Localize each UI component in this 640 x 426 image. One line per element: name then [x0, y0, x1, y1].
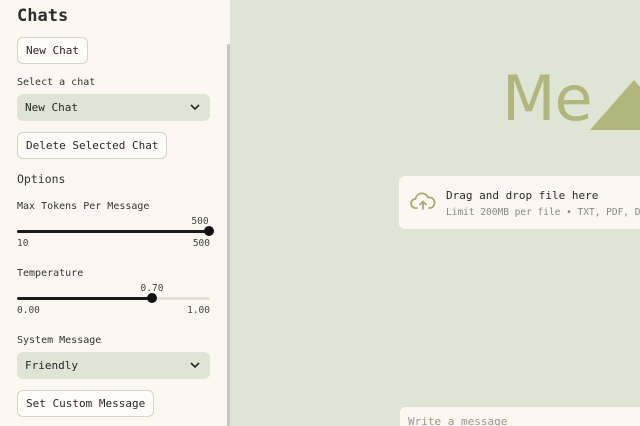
slider-max: 500 [192, 238, 210, 249]
logo-text: Me [502, 62, 593, 135]
chat-select[interactable]: New Chat [17, 94, 210, 121]
cloud-upload-icon [410, 191, 436, 215]
slider-fill [17, 230, 210, 233]
options-heading: Options [17, 172, 66, 186]
slider-fill [17, 297, 152, 300]
sidebar: Chats New Chat Select a chat New Chat De… [0, 0, 230, 426]
system-message-select[interactable]: Friendly [17, 352, 210, 379]
slider-track[interactable] [17, 297, 210, 300]
system-message-value: Friendly [25, 359, 78, 372]
system-message-label: System Message [17, 335, 102, 346]
slider-max: 1.00 [187, 305, 210, 316]
chat-select-value: New Chat [25, 101, 78, 114]
chat-message-input[interactable] [399, 406, 640, 426]
file-uploader-dropzone[interactable]: Drag and drop file here Limit 200MB per … [399, 176, 640, 229]
slider-min: 10 [17, 238, 29, 249]
logo-triangle-icon [588, 76, 640, 136]
select-chat-label: Select a chat [17, 77, 96, 88]
slider-thumb[interactable] [147, 293, 157, 303]
chevron-down-icon [190, 103, 200, 113]
uploader-title: Drag and drop file here [446, 189, 599, 202]
temperature-slider[interactable]: 0.70 0.00 1.00 [17, 283, 210, 316]
slider-track[interactable] [17, 230, 210, 233]
temperature-label: Temperature [17, 268, 84, 279]
max-tokens-label: Max Tokens Per Message [17, 201, 150, 212]
main-panel: Me Drag and drop file here Limit 200MB p… [230, 0, 640, 426]
set-custom-message-button[interactable]: Set Custom Message [17, 390, 155, 417]
sidebar-title: Chats [17, 6, 69, 26]
max-tokens-slider[interactable]: 500 10 500 [17, 216, 214, 249]
chevron-down-icon [190, 361, 200, 371]
max-tokens-value: 500 [191, 216, 209, 227]
uploader-subtitle: Limit 200MB per file • TXT, PDF, D [446, 207, 640, 218]
slider-thumb[interactable] [204, 226, 214, 236]
delete-chat-button[interactable]: Delete Selected Chat [17, 132, 168, 159]
slider-min: 0.00 [17, 305, 40, 316]
new-chat-button[interactable]: New Chat [17, 37, 88, 64]
